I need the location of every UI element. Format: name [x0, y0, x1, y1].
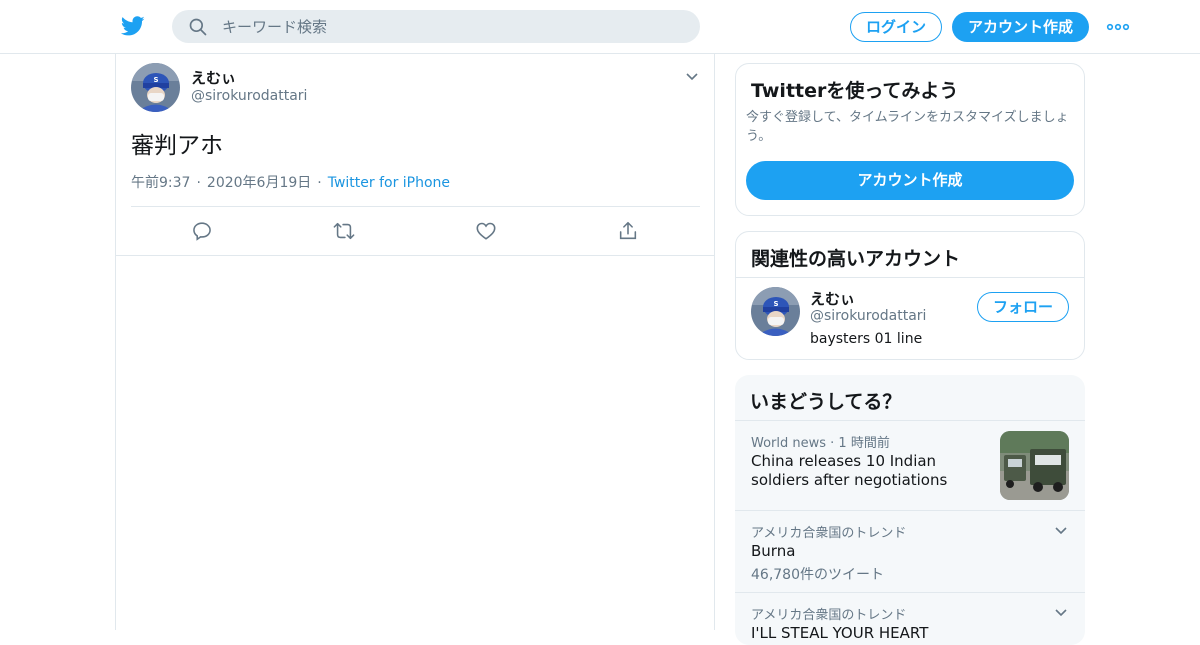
related-account-name[interactable]: えむぃ	[810, 288, 855, 309]
trend-title[interactable]: China releases 10 Indian soldiers after …	[751, 452, 981, 490]
author-handle[interactable]: @sirokurodattari	[191, 88, 307, 104]
chevron-down-icon[interactable]	[684, 69, 700, 85]
tweet-metadata: 午前9:37 · 2020年6月19日 · Twitter for iPhone	[131, 172, 450, 192]
chevron-down-icon[interactable]	[1053, 523, 1069, 539]
trend-thumbnail[interactable]	[1000, 431, 1069, 500]
twitter-bird-icon[interactable]	[120, 14, 146, 38]
related-account-handle[interactable]: @sirokurodattari	[810, 308, 926, 324]
trend-item[interactable]: アメリカ合衆国のトレンド I'LL STEAL YOUR HEART	[735, 592, 1085, 645]
meta-separator: ·	[317, 175, 322, 191]
trend-title[interactable]: Burna	[751, 542, 795, 561]
tweet-date[interactable]: 2020年6月19日	[207, 175, 311, 191]
tweet: S えむぃ @sirokurodattari 審判アホ 午前9:37 · 2020年…	[116, 54, 714, 256]
more-icon[interactable]	[1106, 20, 1130, 34]
trend-title[interactable]: I'LL STEAL YOUR HEART	[751, 624, 928, 643]
divider	[131, 206, 700, 207]
tweet-time[interactable]: 午前9:37	[131, 175, 190, 191]
trend-meta: アメリカ合衆国のトレンド	[751, 526, 907, 541]
search-input[interactable]	[222, 10, 682, 43]
trend-tweet-count: 46,780件のツイート	[751, 567, 884, 583]
retweet-icon[interactable]	[333, 220, 355, 242]
avatar[interactable]: S	[751, 287, 800, 336]
svg-text:S: S	[153, 76, 158, 84]
related-account-bio: baysters 01 line	[810, 331, 923, 347]
avatar[interactable]: S	[131, 63, 180, 112]
trends-card: いまどうしてる？ World news · 1 時間前 China releas…	[735, 375, 1085, 645]
search-box	[172, 10, 700, 43]
tweet-text: 審判アホ	[131, 133, 223, 159]
signup-card: Twitterを使ってみよう 今すぐ登録して、タイムラインをカスタマイズしましょ…	[735, 63, 1085, 216]
top-header: ログイン アカウント作成	[0, 0, 1200, 54]
divider	[736, 277, 1084, 278]
meta-separator: ·	[196, 175, 201, 191]
search-icon	[189, 18, 207, 36]
trend-meta: アメリカ合衆国のトレンド	[751, 608, 907, 623]
trend-item[interactable]: アメリカ合衆国のトレンド Burna 46,780件のツイート	[735, 510, 1085, 592]
chevron-down-icon[interactable]	[1053, 605, 1069, 621]
trend-meta: World news · 1 時間前	[751, 436, 890, 451]
author-name[interactable]: えむぃ	[191, 67, 236, 88]
related-accounts-card: 関連性の高いアカウント S えむぃ @sirokurodattari bayst…	[735, 231, 1085, 360]
share-icon[interactable]	[617, 220, 639, 242]
signup-card-button[interactable]: アカウント作成	[746, 161, 1074, 200]
related-accounts-title: 関連性の高いアカウント	[751, 248, 961, 270]
reply-icon[interactable]	[191, 220, 213, 242]
trends-title: いまどうしてる？	[750, 391, 902, 413]
login-button[interactable]: ログイン	[850, 12, 942, 42]
svg-text:S: S	[773, 300, 778, 308]
signup-card-description: 今すぐ登録して、タイムラインをカスタマイズしましょう。	[746, 110, 1069, 144]
signup-card-title: Twitterを使ってみよう	[751, 80, 959, 102]
main-column: S えむぃ @sirokurodattari 審判アホ 午前9:37 · 2020年…	[115, 54, 715, 630]
like-icon[interactable]	[475, 220, 497, 242]
tweet-source-link[interactable]: Twitter for iPhone	[328, 175, 450, 191]
follow-button[interactable]: フォロー	[977, 292, 1069, 322]
signup-button[interactable]: アカウント作成	[952, 12, 1089, 42]
trend-item[interactable]: World news · 1 時間前 China releases 10 Ind…	[735, 420, 1085, 510]
